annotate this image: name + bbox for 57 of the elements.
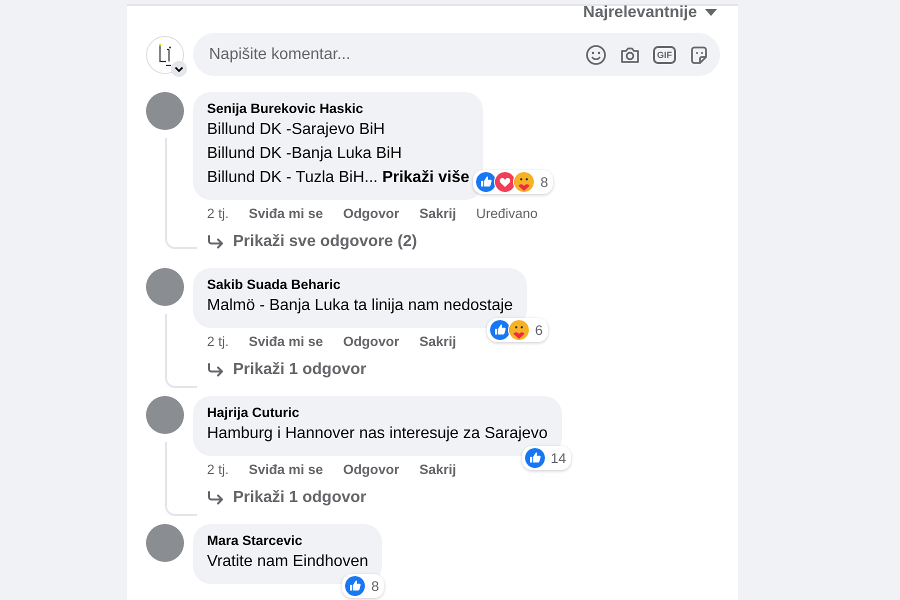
sort-dropdown[interactable]: Najrelevantnije	[583, 6, 717, 20]
reply-arrow-icon	[207, 491, 225, 505]
action-link[interactable]: Odgovor	[343, 334, 400, 349]
chevron-down-icon[interactable]	[171, 60, 187, 76]
avatar-drawing	[158, 42, 172, 66]
photo-placeholder[interactable]	[146, 92, 184, 130]
comment-text: Hamburg i Hannover nas interesuje za Sarajevo	[207, 424, 548, 444]
reaction-count: 8	[371, 578, 380, 594]
like-icon	[524, 447, 546, 469]
comment-text: Vratite nam Eindhoven	[207, 552, 368, 572]
reaction-badge[interactable]: 8	[342, 574, 384, 598]
comment-text: Billund DK - Tuzla BiH... Prikaži više	[207, 168, 470, 188]
view-replies-link[interactable]: Prikaži 1 odgovor	[207, 489, 366, 507]
view-replies-link[interactable]: Prikaži 1 odgovor	[207, 361, 366, 379]
comment-field[interactable]: Napišite komentar... GIF	[193, 33, 720, 76]
reply-arrow-icon	[207, 363, 225, 377]
author-name[interactable]: Hajrija Cuturic	[207, 405, 548, 420]
action-link[interactable]: Sviđa mi se	[248, 334, 324, 349]
gif-button[interactable]: GIF	[653, 46, 676, 64]
reaction-badge[interactable]: 8	[473, 170, 554, 194]
see-more-link[interactable]: Prikaži više	[382, 169, 470, 186]
photo-placeholder[interactable]	[146, 524, 184, 562]
reaction-count: 14	[550, 450, 566, 466]
author-name[interactable]: Sakib Suada Beharic	[207, 277, 513, 292]
like-icon	[344, 575, 366, 597]
hugging-face-icon	[508, 319, 530, 341]
caret-icon	[705, 9, 717, 17]
photo-placeholder[interactable]	[146, 268, 184, 306]
action-link[interactable]: Sviđa mi se	[248, 206, 324, 221]
like-icon	[488, 319, 511, 341]
action-link[interactable]: Odgovor	[343, 206, 400, 221]
view-replies-link[interactable]: Prikaži sve odgovore (2)	[207, 233, 418, 251]
action-link[interactable]: Sakrij	[419, 206, 456, 221]
comment-text: Malmö - Banja Luka ta linija nam nedostaje	[207, 296, 513, 316]
comment-text: Billund DK -Sarajevo BiH	[207, 120, 386, 140]
action-link[interactable]: Sakrij	[419, 462, 456, 477]
timestamp[interactable]: 2 tj.	[207, 462, 229, 477]
author-name[interactable]: Senija Burekovic Haskic	[207, 101, 470, 116]
author-name[interactable]: Mara Starcevic	[207, 533, 368, 548]
reaction-badge[interactable]: 6	[486, 318, 548, 342]
hugging-face-icon	[513, 171, 536, 193]
reaction-badge[interactable]: 14	[522, 446, 572, 470]
reaction-count: 8	[540, 174, 548, 190]
timestamp[interactable]: 2 tj.	[207, 206, 229, 221]
action-link[interactable]: Odgovor	[343, 462, 400, 477]
edited-label: Uređivano	[476, 206, 538, 221]
smiley-icon[interactable]	[585, 44, 607, 66]
heart-icon	[494, 171, 516, 193]
sticker-icon[interactable]	[688, 44, 710, 66]
like-icon	[475, 171, 498, 193]
reply-arrow-icon	[207, 235, 225, 249]
action-link[interactable]: Sakrij	[419, 334, 456, 349]
action-link[interactable]: Sviđa mi se	[248, 462, 324, 477]
reaction-count: 6	[534, 322, 543, 338]
comment-text: Billund DK -Banja Luka BiH	[207, 144, 403, 164]
timestamp[interactable]: 2 tj.	[207, 334, 229, 349]
photo-placeholder[interactable]	[146, 396, 184, 434]
